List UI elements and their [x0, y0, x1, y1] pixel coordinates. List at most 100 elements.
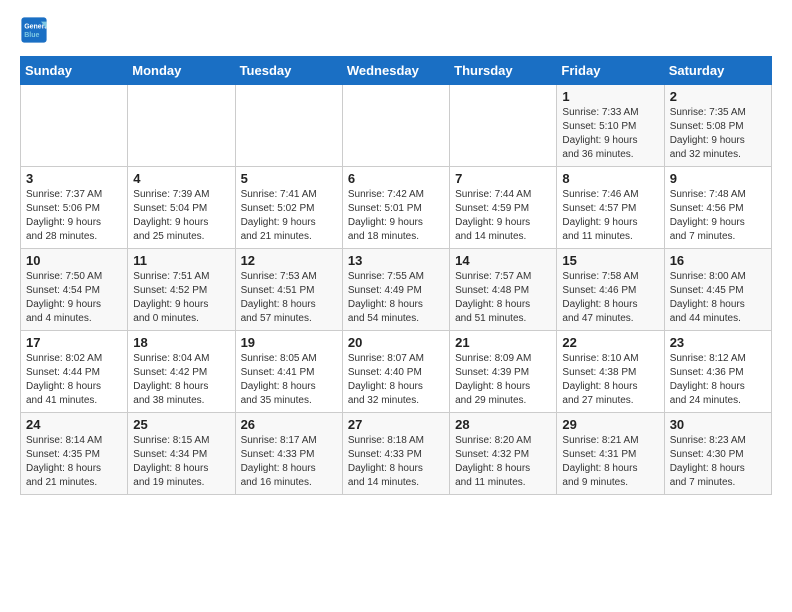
day-info: Sunrise: 8:23 AM Sunset: 4:30 PM Dayligh…: [670, 434, 766, 490]
day-cell: 4 Sunrise: 7:39 AM Sunset: 5:04 PM Daylig…: [128, 167, 235, 249]
day-info: Sunrise: 7:58 AM Sunset: 4:46 PM Dayligh…: [562, 270, 658, 326]
day-cell: 7 Sunrise: 7:44 AM Sunset: 4:59 PM Daylig…: [450, 167, 557, 249]
day-number: 22: [562, 335, 658, 350]
day-cell: 13Sunrise: 7:55 AM Sunset: 4:49 PM Dayli…: [342, 249, 449, 331]
day-number: 28: [455, 417, 551, 432]
day-info: Sunrise: 8:02 AM Sunset: 4:44 PM Dayligh…: [26, 352, 122, 408]
day-info: Sunrise: 8:10 AM Sunset: 4:38 PM Dayligh…: [562, 352, 658, 408]
day-number: 25: [133, 417, 229, 432]
day-cell: 17 Sunrise: 8:02 AM Sunset: 4:44 PM Dayli…: [21, 331, 128, 413]
day-cell: 14 Sunrise: 7:57 AM Sunset: 4:48 PM Dayli…: [450, 249, 557, 331]
day-info: Sunrise: 7:44 AM Sunset: 4:59 PM Dayligh…: [455, 188, 551, 244]
week-row-4: 17 Sunrise: 8:02 AM Sunset: 4:44 PM Dayli…: [21, 331, 772, 413]
day-number: 27: [348, 417, 444, 432]
day-info: Sunrise: 8:20 AM Sunset: 4:32 PM Dayligh…: [455, 434, 551, 490]
day-cell: 2Sunrise: 7:35 AM Sunset: 5:08 PM Daylig…: [664, 85, 771, 167]
day-number: 23: [670, 335, 766, 350]
day-info: Sunrise: 8:15 AM Sunset: 4:34 PM Dayligh…: [133, 434, 229, 490]
day-cell: 1 Sunrise: 7:33 AM Sunset: 5:10 PM Daylig…: [557, 85, 664, 167]
day-info: Sunrise: 8:07 AM Sunset: 4:40 PM Dayligh…: [348, 352, 444, 408]
logo: General Blue: [20, 16, 52, 44]
day-number: 11: [133, 253, 229, 268]
day-number: 18: [133, 335, 229, 350]
day-cell: 9 Sunrise: 7:48 AM Sunset: 4:56 PM Daylig…: [664, 167, 771, 249]
day-cell: 8 Sunrise: 7:46 AM Sunset: 4:57 PM Daylig…: [557, 167, 664, 249]
week-row-2: 3 Sunrise: 7:37 AM Sunset: 5:06 PM Daylig…: [21, 167, 772, 249]
day-info: Sunrise: 8:04 AM Sunset: 4:42 PM Dayligh…: [133, 352, 229, 408]
day-info: Sunrise: 8:17 AM Sunset: 4:33 PM Dayligh…: [241, 434, 337, 490]
day-info: Sunrise: 7:57 AM Sunset: 4:48 PM Dayligh…: [455, 270, 551, 326]
day-cell: 10 Sunrise: 7:50 AM Sunset: 4:54 PM Dayli…: [21, 249, 128, 331]
day-cell: 5 Sunrise: 7:41 AM Sunset: 5:02 PM Daylig…: [235, 167, 342, 249]
day-number: 7: [455, 171, 551, 186]
day-cell: [128, 85, 235, 167]
day-number: 4: [133, 171, 229, 186]
day-number: 9: [670, 171, 766, 186]
day-number: 12: [241, 253, 337, 268]
day-info: Sunrise: 8:09 AM Sunset: 4:39 PM Dayligh…: [455, 352, 551, 408]
day-cell: 11Sunrise: 7:51 AM Sunset: 4:52 PM Dayli…: [128, 249, 235, 331]
day-number: 21: [455, 335, 551, 350]
weekday-header-monday: Monday: [128, 57, 235, 85]
logo-icon: General Blue: [20, 16, 48, 44]
day-number: 20: [348, 335, 444, 350]
day-number: 13: [348, 253, 444, 268]
day-cell: 23 Sunrise: 8:12 AM Sunset: 4:36 PM Dayli…: [664, 331, 771, 413]
day-number: 6: [348, 171, 444, 186]
header: General Blue: [20, 16, 772, 44]
day-info: Sunrise: 7:39 AM Sunset: 5:04 PM Dayligh…: [133, 188, 229, 244]
day-number: 15: [562, 253, 658, 268]
weekday-header-friday: Friday: [557, 57, 664, 85]
day-number: 19: [241, 335, 337, 350]
day-info: Sunrise: 7:42 AM Sunset: 5:01 PM Dayligh…: [348, 188, 444, 244]
day-info: Sunrise: 7:37 AM Sunset: 5:06 PM Dayligh…: [26, 188, 122, 244]
week-row-5: 24 Sunrise: 8:14 AM Sunset: 4:35 PM Dayli…: [21, 413, 772, 495]
day-info: Sunrise: 8:21 AM Sunset: 4:31 PM Dayligh…: [562, 434, 658, 490]
day-info: Sunrise: 7:46 AM Sunset: 4:57 PM Dayligh…: [562, 188, 658, 244]
day-info: Sunrise: 8:14 AM Sunset: 4:35 PM Dayligh…: [26, 434, 122, 490]
day-cell: 21 Sunrise: 8:09 AM Sunset: 4:39 PM Dayli…: [450, 331, 557, 413]
day-info: Sunrise: 8:12 AM Sunset: 4:36 PM Dayligh…: [670, 352, 766, 408]
day-info: Sunrise: 8:18 AM Sunset: 4:33 PM Dayligh…: [348, 434, 444, 490]
day-cell: [342, 85, 449, 167]
weekday-header-saturday: Saturday: [664, 57, 771, 85]
day-cell: 24 Sunrise: 8:14 AM Sunset: 4:35 PM Dayli…: [21, 413, 128, 495]
day-number: 1: [562, 89, 658, 104]
day-cell: 22 Sunrise: 8:10 AM Sunset: 4:38 PM Dayli…: [557, 331, 664, 413]
day-info: Sunrise: 7:50 AM Sunset: 4:54 PM Dayligh…: [26, 270, 122, 326]
page: General Blue SundayMondayTuesdayWednesda…: [0, 0, 792, 511]
day-number: 30: [670, 417, 766, 432]
day-info: Sunrise: 8:05 AM Sunset: 4:41 PM Dayligh…: [241, 352, 337, 408]
svg-text:Blue: Blue: [24, 32, 39, 39]
day-number: 8: [562, 171, 658, 186]
day-number: 24: [26, 417, 122, 432]
day-cell: 18 Sunrise: 8:04 AM Sunset: 4:42 PM Dayli…: [128, 331, 235, 413]
day-cell: 16 Sunrise: 8:00 AM Sunset: 4:45 PM Dayli…: [664, 249, 771, 331]
calendar-table: SundayMondayTuesdayWednesdayThursdayFrid…: [20, 56, 772, 495]
day-info: Sunrise: 7:33 AM Sunset: 5:10 PM Dayligh…: [562, 106, 658, 162]
day-info: Sunrise: 7:48 AM Sunset: 4:56 PM Dayligh…: [670, 188, 766, 244]
day-cell: 19 Sunrise: 8:05 AM Sunset: 4:41 PM Dayli…: [235, 331, 342, 413]
day-info: Sunrise: 7:41 AM Sunset: 5:02 PM Dayligh…: [241, 188, 337, 244]
day-number: 17: [26, 335, 122, 350]
day-cell: 20 Sunrise: 8:07 AM Sunset: 4:40 PM Dayli…: [342, 331, 449, 413]
day-number: 3: [26, 171, 122, 186]
day-cell: 3 Sunrise: 7:37 AM Sunset: 5:06 PM Daylig…: [21, 167, 128, 249]
day-cell: [235, 85, 342, 167]
day-cell: [450, 85, 557, 167]
weekday-header-tuesday: Tuesday: [235, 57, 342, 85]
weekday-header-thursday: Thursday: [450, 57, 557, 85]
day-number: 10: [26, 253, 122, 268]
day-info: Sunrise: 7:35 AM Sunset: 5:08 PM Dayligh…: [670, 106, 766, 162]
day-number: 14: [455, 253, 551, 268]
day-number: 16: [670, 253, 766, 268]
header-row: SundayMondayTuesdayWednesdayThursdayFrid…: [21, 57, 772, 85]
day-cell: 26Sunrise: 8:17 AM Sunset: 4:33 PM Dayli…: [235, 413, 342, 495]
day-info: Sunrise: 8:00 AM Sunset: 4:45 PM Dayligh…: [670, 270, 766, 326]
day-cell: 25 Sunrise: 8:15 AM Sunset: 4:34 PM Dayli…: [128, 413, 235, 495]
day-cell: 28 Sunrise: 8:20 AM Sunset: 4:32 PM Dayli…: [450, 413, 557, 495]
day-number: 5: [241, 171, 337, 186]
day-cell: [21, 85, 128, 167]
day-cell: 30 Sunrise: 8:23 AM Sunset: 4:30 PM Dayli…: [664, 413, 771, 495]
weekday-header-sunday: Sunday: [21, 57, 128, 85]
